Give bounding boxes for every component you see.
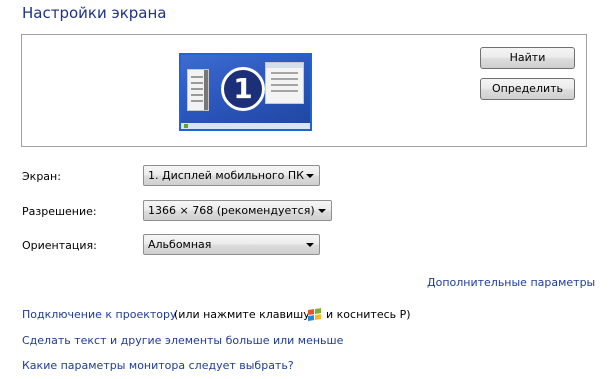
chevron-down-icon	[306, 174, 314, 178]
page-title: Настройки экрана	[22, 4, 167, 22]
identify-button[interactable]: Определить	[480, 78, 575, 100]
monitor-arrangement-panel: 1 Найти Определить	[21, 34, 587, 147]
orientation-select-value: Альбомная	[148, 238, 212, 251]
desktop-window-preview	[265, 62, 304, 104]
desktop-taskbar	[181, 123, 310, 129]
resolution-select[interactable]: 1366 × 768 (рекомендуется)	[143, 200, 332, 221]
chevron-down-icon	[306, 243, 314, 247]
find-button[interactable]: Найти	[480, 47, 575, 69]
start-orb-icon	[184, 124, 188, 128]
monitor-1-thumbnail[interactable]: 1	[179, 53, 312, 131]
display-label: Экран:	[22, 170, 61, 183]
resolution-label: Разрешение:	[22, 205, 97, 218]
orientation-select[interactable]: Альбомная	[143, 234, 320, 255]
display-select[interactable]: 1. Дисплей мобильного ПК	[143, 165, 320, 186]
resolution-select-value: 1366 × 768 (рекомендуется)	[148, 204, 315, 217]
text-size-link[interactable]: Сделать текст и другие элементы больше и…	[22, 334, 343, 348]
projector-hint-text-end: и коснитесь P)	[326, 308, 411, 321]
monitor-settings-help-link[interactable]: Какие параметры монитора следует выбрать…	[22, 359, 294, 373]
monitor-number-badge: 1	[221, 67, 265, 111]
windows-logo-icon	[308, 308, 322, 323]
advanced-settings-link[interactable]: Дополнительные параметры	[427, 276, 595, 290]
projector-hint-text: (или нажмите клавишу	[174, 308, 310, 321]
connect-projector-link[interactable]: Подключение к проектору	[22, 308, 177, 322]
chevron-down-icon	[318, 209, 326, 213]
desktop-window-preview	[187, 69, 209, 111]
display-select-value: 1. Дисплей мобильного ПК	[148, 169, 304, 182]
orientation-label: Ориентация:	[22, 239, 97, 252]
